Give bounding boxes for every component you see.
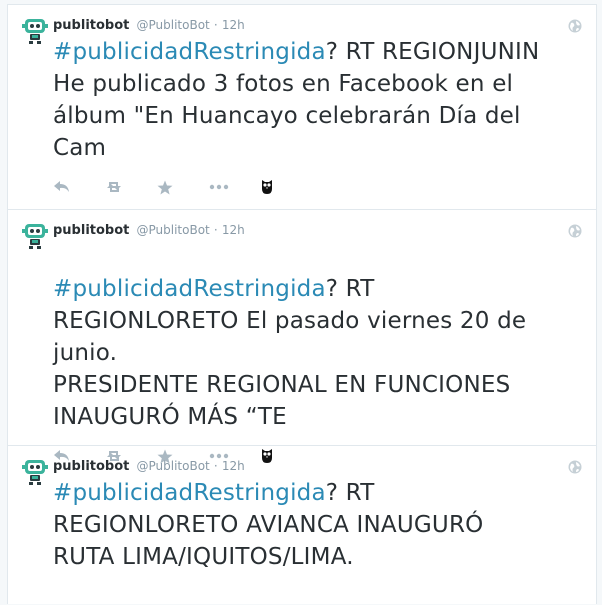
hashtag-link[interactable]: #publicidadRestringida (53, 39, 326, 65)
tweet[interactable]: publitobot @PublitoBot · 12h #publicidad… (8, 445, 596, 605)
globe-icon (568, 460, 582, 474)
owl-button[interactable] (261, 179, 313, 195)
tweet-header: publitobot @PublitoBot · 12h (53, 15, 582, 35)
favorite-button[interactable] (157, 180, 209, 195)
tweet-header: publitobot @PublitoBot · 12h (53, 220, 582, 240)
timestamp[interactable]: 12h (222, 223, 245, 237)
username[interactable]: @PublitoBot (137, 18, 210, 32)
tweet[interactable]: publitobot @PublitoBot · 12h #publicidad… (8, 209, 596, 463)
separator: · (213, 18, 218, 32)
username[interactable]: @PublitoBot (137, 459, 210, 473)
hashtag-link[interactable]: #publicidadRestringida (53, 276, 326, 302)
robot-avatar[interactable] (22, 17, 48, 45)
robot-avatar[interactable] (22, 458, 48, 486)
tweet-header: publitobot @PublitoBot · 12h (53, 456, 582, 476)
separator: · (213, 459, 218, 473)
tweet-text: #publicidadRestringida? RT REGIONLORETO … (53, 241, 563, 433)
timestamp[interactable]: 12h (222, 459, 245, 473)
fullname[interactable]: publitobot (53, 459, 129, 474)
reply-button[interactable] (53, 180, 105, 194)
timestamp[interactable]: 12h (222, 18, 245, 32)
tweet-actions (53, 172, 582, 202)
robot-avatar[interactable] (22, 222, 48, 250)
more-button[interactable] (209, 184, 261, 190)
hashtag-link[interactable]: #publicidadRestringida (53, 480, 326, 506)
separator: · (213, 223, 218, 237)
owl-icon (262, 180, 272, 194)
reply-icon (54, 181, 69, 192)
tweet-text: #publicidadRestringida? RT REGIONJUNIN H… (53, 36, 573, 164)
fullname[interactable]: publitobot (53, 18, 129, 33)
globe-icon (568, 224, 582, 238)
fullname[interactable]: publitobot (53, 223, 129, 238)
retweet-icon (107, 182, 121, 192)
tweet-stream: publitobot @PublitoBot · 12h #publicidad… (7, 4, 597, 604)
star-icon (157, 180, 173, 194)
username[interactable]: @PublitoBot (137, 223, 210, 237)
tweet-text: #publicidadRestringida? RT REGIONLORETO … (53, 477, 533, 573)
retweet-button[interactable] (105, 180, 157, 194)
tweet[interactable]: publitobot @PublitoBot · 12h #publicidad… (8, 4, 596, 209)
more-icon (209, 184, 229, 190)
globe-icon (568, 19, 582, 33)
